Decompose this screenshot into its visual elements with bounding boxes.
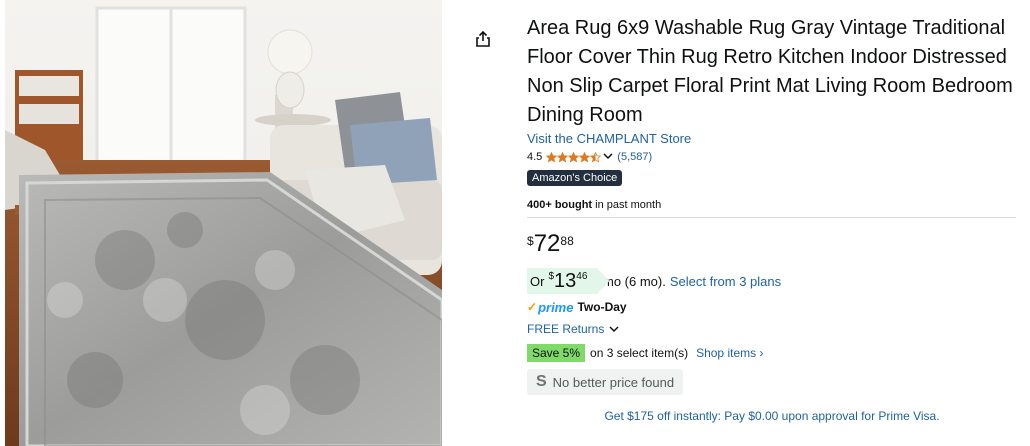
chevron-down-icon[interactable] [609, 325, 619, 333]
monthly-fraction: 46 [576, 271, 588, 282]
rating-row: 4.5 (5,587) [527, 150, 1017, 164]
price: $ 72 88 [527, 231, 1017, 261]
monthly-payment-pill: Or $ 13 46 [527, 268, 610, 294]
star-icon [579, 151, 591, 162]
price-fraction: 88 [560, 234, 574, 248]
star-icon [546, 151, 558, 162]
select-plans-link[interactable]: Select from 3 plans [670, 274, 781, 289]
star-icon [590, 151, 602, 162]
rug-room-photo [5, 0, 442, 446]
rating-value: 4.5 [527, 151, 543, 163]
save-badge: Save 5% [527, 344, 586, 362]
divider [527, 217, 1016, 218]
prime-delivery: ✓ prime Two-Day [527, 299, 1017, 315]
bought-count-bold: 400+ bought [527, 199, 593, 211]
free-returns[interactable]: FREE Returns [527, 321, 1017, 337]
monthly-payment-row: Or $ 13 46 /mo (6 mo). Select from 3 pla… [527, 267, 1017, 295]
save-description: on 3 select item(s) [590, 346, 689, 360]
coupon-row: Save 5% on 3 select item(s) Shop items › [527, 343, 1017, 363]
prime-visa-offer-link[interactable]: Get $175 off instantly: Pay $0.00 upon a… [527, 409, 1017, 423]
review-count-link[interactable]: (5,587) [617, 151, 652, 163]
shop-items-link[interactable]: Shop items › [696, 346, 763, 360]
bought-count-rest: in past month [592, 199, 662, 211]
share-icon[interactable] [474, 30, 492, 48]
amazons-choice-badge[interactable]: Amazon's Choice [527, 170, 623, 186]
price-symbol: $ [527, 234, 534, 248]
product-title: Area Rug 6x9 Washable Rug Gray Vintage T… [527, 17, 1013, 126]
bought-count: 400+ bought in past month [527, 199, 1017, 211]
monthly-prefix: Or [530, 274, 545, 289]
product-image[interactable] [5, 0, 442, 446]
prime-logo: prime [538, 299, 574, 315]
no-better-price-label: No better price found [552, 374, 675, 390]
monthly-whole: 13 [554, 270, 577, 292]
star-icon [557, 151, 569, 162]
price-check-icon: S [536, 373, 547, 390]
rating-stars[interactable] [546, 151, 602, 163]
price-whole: 72 [533, 230, 561, 257]
star-icon [568, 151, 580, 162]
chevron-down-icon[interactable] [603, 151, 613, 163]
product-info: Area Rug 6x9 Washable Rug Gray Vintage T… [527, 14, 1017, 423]
store-link[interactable]: Visit the CHAMPLANT Store [527, 131, 1017, 146]
free-returns-label[interactable]: FREE Returns [527, 322, 604, 336]
no-better-price-badge[interactable]: S No better price found [527, 369, 684, 395]
prime-check-icon: ✓ [527, 300, 538, 314]
prime-speed: Two-Day [577, 300, 627, 314]
